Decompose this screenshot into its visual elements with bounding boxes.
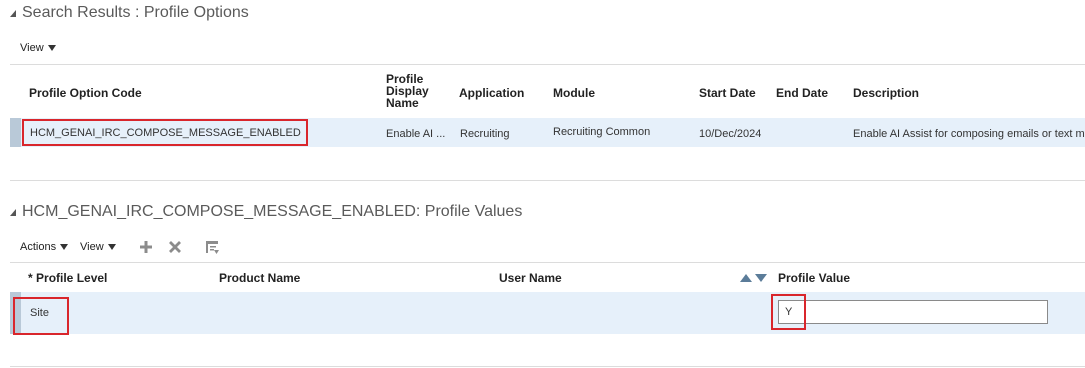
chevron-down-icon bbox=[107, 244, 116, 250]
divider bbox=[10, 180, 1085, 181]
sort-arrows-icon bbox=[740, 274, 767, 282]
view-menu[interactable]: View bbox=[80, 241, 116, 253]
chevron-down-icon bbox=[60, 244, 69, 250]
delete-button[interactable] bbox=[167, 239, 183, 255]
cell-profile-display-name: Enable AI ... bbox=[386, 128, 446, 140]
divider bbox=[10, 262, 1085, 263]
column-header-description[interactable]: Description bbox=[853, 86, 919, 100]
search-results-header: Search Results : Profile Options bbox=[10, 4, 249, 22]
column-header-module[interactable]: Module bbox=[553, 86, 595, 100]
cell-start-date: 10/Dec/2024 bbox=[699, 128, 762, 140]
actions-menu-label: Actions bbox=[20, 241, 57, 253]
row-selector[interactable] bbox=[10, 118, 21, 147]
cell-profile-level: Site bbox=[30, 307, 49, 319]
column-header-profile-level[interactable]: * Profile Level bbox=[28, 271, 107, 285]
cell-application: Recruiting bbox=[460, 128, 510, 140]
collapse-triangle-icon[interactable] bbox=[10, 208, 16, 216]
required-marker: * bbox=[28, 271, 33, 285]
sort-control[interactable] bbox=[739, 272, 769, 284]
highlight-box bbox=[771, 294, 806, 330]
detach-button[interactable] bbox=[204, 239, 220, 255]
column-header-profile-display-name[interactable]: Profile Display Name bbox=[386, 73, 446, 109]
search-results-title: Search Results : Profile Options bbox=[22, 4, 249, 21]
profile-value-input[interactable] bbox=[778, 300, 1048, 324]
column-header-product-name[interactable]: Product Name bbox=[219, 271, 300, 285]
chevron-down-icon bbox=[47, 45, 56, 51]
column-header-end-date[interactable]: End Date bbox=[776, 86, 828, 100]
profile-values-title: HCM_GENAI_IRC_COMPOSE_MESSAGE_ENABLED: P… bbox=[22, 203, 523, 220]
column-header-start-date[interactable]: Start Date bbox=[699, 86, 756, 100]
cell-module: Recruiting Common bbox=[553, 126, 651, 138]
column-header-user-name[interactable]: User Name bbox=[499, 271, 562, 285]
cell-description: Enable AI Assist for composing emails or… bbox=[853, 128, 1085, 140]
view-menu[interactable]: View bbox=[20, 42, 56, 54]
x-icon bbox=[169, 241, 181, 253]
profile-values-header: HCM_GENAI_IRC_COMPOSE_MESSAGE_ENABLED: P… bbox=[10, 203, 522, 221]
cell-profile-option-code: HCM_GENAI_IRC_COMPOSE_MESSAGE_ENABLED bbox=[30, 127, 301, 139]
actions-menu[interactable]: Actions bbox=[20, 241, 69, 253]
detach-table-icon bbox=[205, 240, 219, 254]
add-button[interactable] bbox=[138, 239, 154, 255]
collapse-triangle-icon[interactable] bbox=[10, 9, 16, 17]
view-menu-label: View bbox=[20, 42, 44, 54]
view-menu-label: View bbox=[80, 241, 104, 253]
column-header-profile-option-code[interactable]: Profile Option Code bbox=[29, 86, 142, 100]
plus-icon bbox=[140, 241, 152, 253]
divider bbox=[10, 64, 1085, 65]
column-header-profile-value[interactable]: Profile Value bbox=[778, 271, 850, 285]
profile-level-label: Profile Level bbox=[36, 271, 108, 285]
column-header-application[interactable]: Application bbox=[459, 86, 524, 100]
divider bbox=[10, 366, 1085, 367]
